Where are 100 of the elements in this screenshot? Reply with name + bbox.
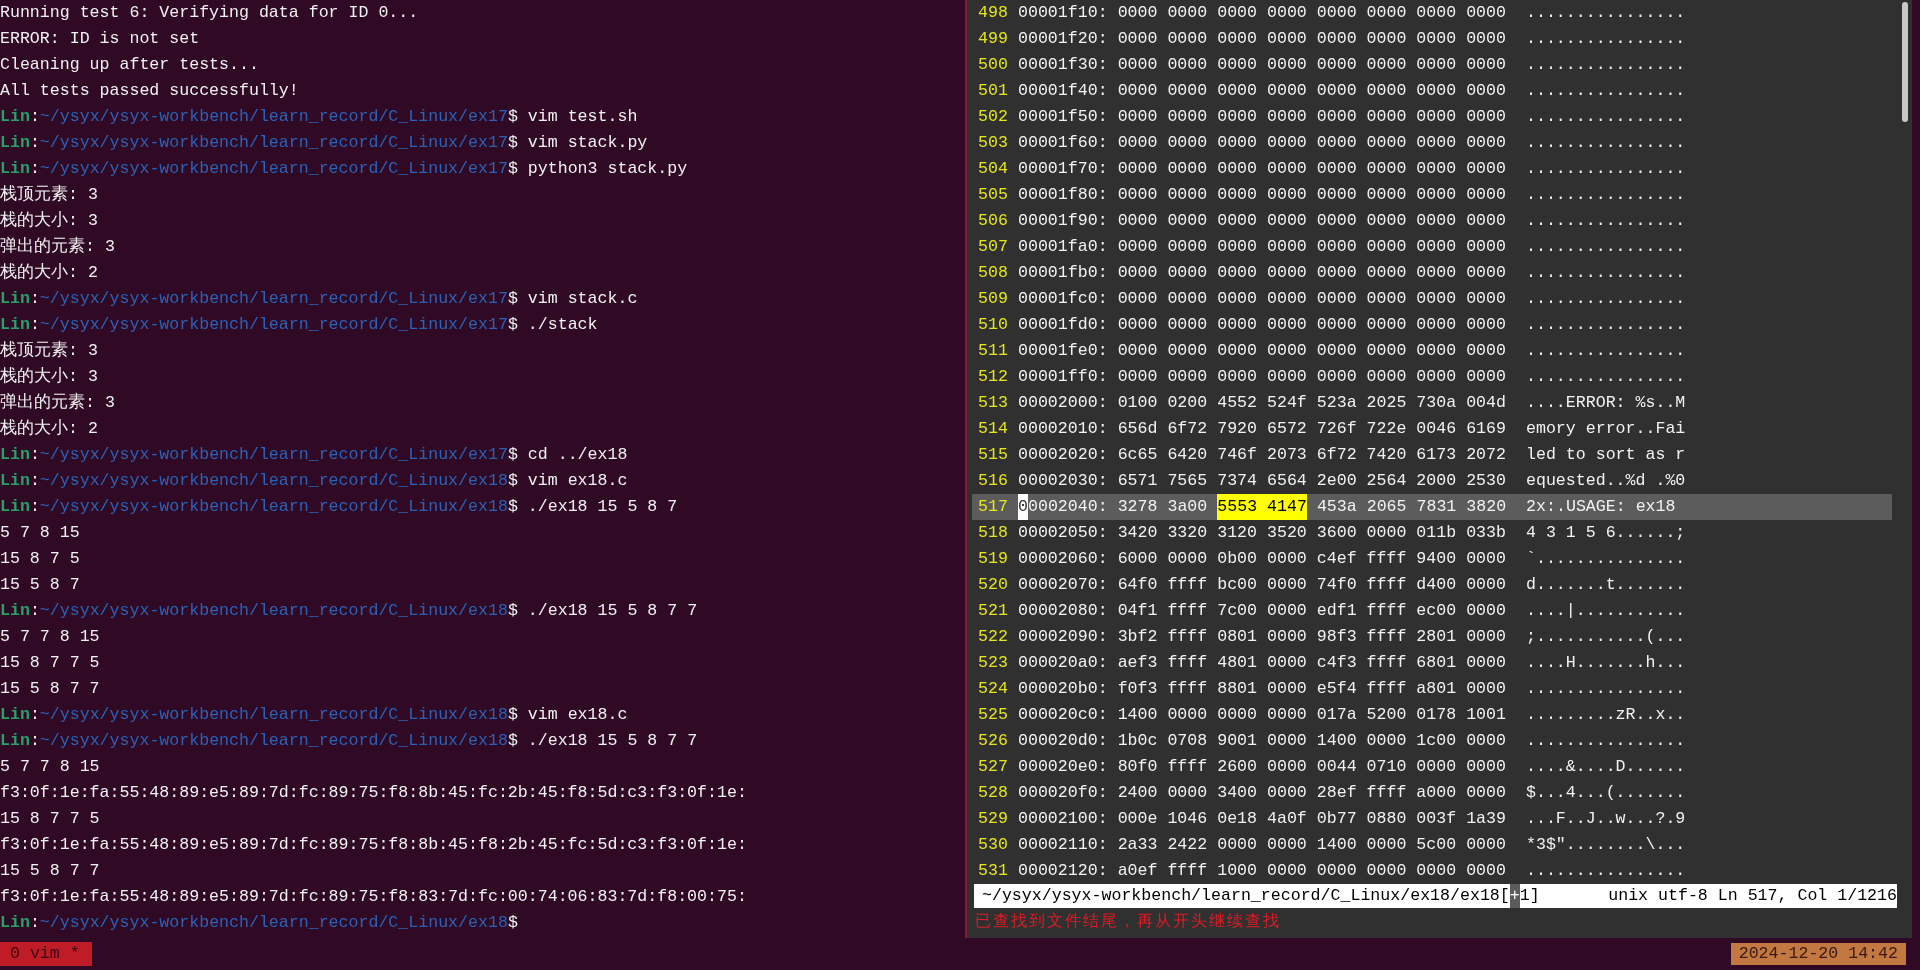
hex-data: 3bf2 ffff 0801 0000 98f3 ffff 2801 0000 — [1117, 626, 1506, 648]
output-line: 弹出的元素: 3 — [0, 392, 115, 414]
ascii-text: ...F..J..w...?.9 — [1526, 808, 1686, 830]
line-number: 499 — [978, 28, 1008, 50]
output-line: 5 7 8 15 — [0, 522, 80, 544]
hex-data: 0000 0000 0000 0000 0000 0000 0000 0000 — [1117, 158, 1506, 180]
hex-data: 2a33 2422 0000 0000 1400 0000 5c00 0000 — [1117, 834, 1506, 856]
line-number: 511 — [978, 340, 1008, 362]
output-line: 5 7 7 8 15 — [0, 756, 100, 778]
hex-address: 00002050: — [1018, 522, 1108, 544]
shell-prompt: Lin:~/ysyx/ysyx-workbench/learn_record/C_Linux/ex17$ ./stack — [0, 314, 598, 336]
shell-prompt: Lin:~/ysyx/ysyx-workbench/learn_record/C_Linux/ex18$ — [0, 912, 518, 934]
hex-address: 00002030: — [1018, 470, 1108, 492]
line-number: 518 — [978, 522, 1008, 544]
output-line: 15 8 7 7 5 — [0, 652, 100, 674]
hex-address: 0002040: — [1027, 496, 1108, 518]
hex-address: 00001f60: — [1018, 132, 1108, 154]
hex-data: 000e 1046 0e18 4a0f 0b77 0880 003f 1a39 — [1117, 808, 1506, 830]
hex-address: 00002110: — [1018, 834, 1108, 856]
ascii-text: ................ — [1526, 366, 1686, 388]
file-path: ~/ysyx/ysyx-workbench/learn_record/C_Linux/ex18/ex18[ — [982, 885, 1510, 907]
ascii-text: ....ERROR: %s..M — [1526, 392, 1686, 414]
ascii-text: ................ — [1526, 314, 1686, 336]
line-number: 501 — [978, 80, 1008, 102]
hex-data: 6c65 6420 746f 2073 6f72 7420 6173 2072 — [1117, 444, 1506, 466]
ascii-text: ....|........... — [1526, 600, 1686, 622]
ascii-text: led to sort as r — [1526, 444, 1686, 466]
output-line: f3:0f:1e:fa:55:48:89:e5:89:7d:fc:89:75:f8:8b:45:fc:2b:45:f8:5d:c3:f3:0f:1e: — [0, 782, 747, 804]
output-line: 15 5 8 7 7 — [0, 678, 100, 700]
line-number: 522 — [978, 626, 1008, 648]
scrollbar[interactable] — [1902, 2, 1908, 122]
shell-prompt: Lin:~/ysyx/ysyx-workbench/learn_record/C_Linux/ex17$ vim stack.c — [0, 288, 638, 310]
hex-address: 00001f50: — [1018, 106, 1108, 128]
output-line: 栈的大小: 2 — [0, 262, 98, 284]
hex-address: 00002000: — [1018, 392, 1108, 414]
line-number: 500 — [978, 54, 1008, 76]
hex-address: 00001ff0: — [1018, 366, 1108, 388]
output-line: 弹出的元素: 3 — [0, 236, 115, 258]
ascii-text: equested..%d .%0 — [1526, 470, 1686, 492]
hex-data: 0000 0000 0000 0000 0000 0000 0000 0000 — [1117, 2, 1506, 24]
hex-data: a0ef ffff 1000 0000 0000 0000 0000 0000 — [1117, 860, 1506, 882]
hex-address: 00002090: — [1018, 626, 1108, 648]
ascii-text: ................ — [1526, 340, 1686, 362]
hex-address: 00001f70: — [1018, 158, 1108, 180]
hex-address: 00001fe0: — [1018, 340, 1108, 362]
line-number: 524 — [978, 678, 1008, 700]
hex-data: 0000 0000 0000 0000 0000 0000 0000 0000 — [1117, 314, 1506, 336]
hex-data: 3278 3a00 — [1117, 496, 1208, 518]
hex-data: 453a 2065 7831 3820 — [1316, 496, 1507, 518]
output-line: All tests passed successfully! — [0, 80, 299, 102]
output-line: 栈的大小: 3 — [0, 210, 98, 232]
line-number: 531 — [978, 860, 1008, 882]
tmux-clock: 2024-12-20 14:42 — [1730, 943, 1906, 965]
ascii-text: ;...........(... — [1526, 626, 1686, 648]
hex-data: 656d 6f72 7920 6572 726f 722e 0046 6169 — [1117, 418, 1506, 440]
output-line: 栈顶元素: 3 — [0, 184, 98, 206]
text-cursor: 0 — [1018, 494, 1028, 520]
hex-address: 00001fa0: — [1018, 236, 1108, 258]
line-number: 523 — [978, 652, 1008, 674]
hex-data: 0000 0000 0000 0000 0000 0000 0000 0000 — [1117, 262, 1506, 284]
hex-address: 000020b0: — [1018, 678, 1108, 700]
output-line: 栈顶元素: 3 — [0, 340, 98, 362]
hex-data: 1400 0000 0000 0000 017a 5200 0178 1001 — [1117, 704, 1506, 726]
shell-prompt: Lin:~/ysyx/ysyx-workbench/learn_record/C_Linux/ex18$ vim ex18.c — [0, 470, 628, 492]
ascii-text: $...4...(....... — [1526, 782, 1686, 804]
ascii-text: ................ — [1526, 236, 1686, 258]
hex-address: 00002080: — [1018, 600, 1108, 622]
ascii-text: 2x:.USAGE: ex18 — [1526, 496, 1676, 518]
output-line: Cleaning up after tests... — [0, 54, 259, 76]
hex-address: 00001f30: — [1018, 54, 1108, 76]
ascii-text: ................ — [1526, 54, 1686, 76]
hex-address: 00002070: — [1018, 574, 1108, 596]
hex-data: 0000 0000 0000 0000 0000 0000 0000 0000 — [1117, 184, 1506, 206]
cursor-position: unix utf-8 Ln 517, Col 1/1216 — [1608, 885, 1897, 907]
hex-address: 000020a0: — [1018, 652, 1108, 674]
ascii-text: *3$"........\... — [1526, 834, 1686, 856]
tmux-window-tab[interactable]: 0 vim * — [0, 942, 92, 966]
shell-prompt: Lin:~/ysyx/ysyx-workbench/learn_record/C_Linux/ex17$ vim test.sh — [0, 106, 638, 128]
ascii-text: ................ — [1526, 730, 1686, 752]
hex-data: 0000 0000 0000 0000 0000 0000 0000 0000 — [1117, 340, 1506, 362]
hex-address: 00001f20: — [1018, 28, 1108, 50]
hex-data: 0000 0000 0000 0000 0000 0000 0000 0000 — [1117, 132, 1506, 154]
hex-address: 00002100: — [1018, 808, 1108, 830]
shell-prompt: Lin:~/ysyx/ysyx-workbench/learn_record/C_Linux/ex18$ ./ex18 15 5 8 7 7 — [0, 730, 698, 752]
line-number: 528 — [978, 782, 1008, 804]
line-number: 526 — [978, 730, 1008, 752]
line-number: 521 — [978, 600, 1008, 622]
hex-address: 00002120: — [1018, 860, 1108, 882]
modified-flag: + — [1509, 884, 1520, 908]
ascii-text: ....&....D...... — [1526, 756, 1686, 778]
line-number: 527 — [978, 756, 1008, 778]
line-number: 509 — [978, 288, 1008, 310]
line-number: 503 — [978, 132, 1008, 154]
hex-data: f0f3 ffff 8801 0000 e5f4 ffff a801 0000 — [1117, 678, 1506, 700]
shell-prompt: Lin:~/ysyx/ysyx-workbench/learn_record/C_Linux/ex17$ cd ../ex18 — [0, 444, 628, 466]
output-line: 5 7 7 8 15 — [0, 626, 100, 648]
line-number: 504 — [978, 158, 1008, 180]
output-line: f3:0f:1e:fa:55:48:89:e5:89:7d:fc:89:75:f8:83:7d:fc:00:74:06:83:7d:f8:00:75: — [0, 886, 747, 908]
line-number: 512 — [978, 366, 1008, 388]
line-number: 529 — [978, 808, 1008, 830]
